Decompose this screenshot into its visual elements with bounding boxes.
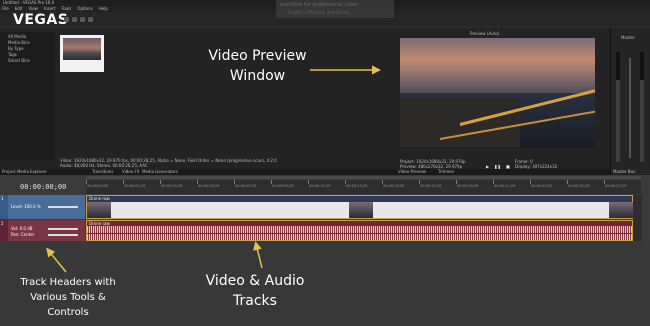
ruler-label: 00:00:15;29 <box>383 184 405 188</box>
ruler-label: 00:00:19;29 <box>457 184 479 188</box>
video-track-number: 1 <box>1 196 4 201</box>
timecode-display: 00:00:00;00 <box>20 183 67 191</box>
video-clip-name: Drone raw <box>89 196 110 201</box>
ruler-label: 00:00:03;29 <box>161 184 183 188</box>
ruler-label: 00:00:00;00 <box>87 184 109 188</box>
annotation-headers-line-3: Controls <box>47 307 89 318</box>
audio-vol-label: Vol: 0.0 dB <box>11 226 33 231</box>
window-title: Untitled - VEGAS Pro 16.0 <box>3 0 55 5</box>
timeline-ruler[interactable]: 00:00:00;00 00:00:01;29 00:00:03;29 00:00:0… <box>86 180 641 194</box>
ruler-label: 00:00:05;29 <box>198 184 220 188</box>
tree-item-by-type[interactable]: By Type <box>8 46 24 51</box>
tree-item-all-media[interactable]: All Media <box>8 34 26 39</box>
tab-video-fx[interactable]: Video FX <box>122 169 140 174</box>
video-track-header[interactable]: 1 Level: 100.0 % <box>0 195 85 219</box>
tooltip-overlay: workflow for professional video highly e… <box>276 0 394 18</box>
ruler-label: 00:00:09;29 <box>272 184 294 188</box>
tab-master-bus[interactable]: Master Bus <box>613 169 635 174</box>
annotation-track-headers: Track Headers with Various Tools & Contr… <box>8 275 128 320</box>
master-fader[interactable] <box>629 58 631 158</box>
annotation-preview-line-1: Video Preview <box>208 48 307 64</box>
annotation-headers-line-1: Track Headers with <box>20 277 116 288</box>
preview-quality-select[interactable]: Preview (Auto) <box>470 31 499 36</box>
ruler-label: 00:00:25;29 <box>568 184 590 188</box>
undo-icon[interactable] <box>88 17 93 22</box>
tab-video-preview[interactable]: Video Preview <box>398 169 426 174</box>
ruler-label: 00:00:23;29 <box>531 184 553 188</box>
media-info-audio: Audio: 48,000 Hz, Stereo, 00:00:28;25, A… <box>60 163 148 168</box>
tab-explorer[interactable]: Explorer <box>30 169 47 174</box>
annotation-tracks: Video & Audio Tracks <box>185 271 325 311</box>
ruler-label: 00:00:13;29 <box>346 184 368 188</box>
annotation-preview: Video Preview Window <box>185 46 330 86</box>
tab-trimmer[interactable]: Trimmer <box>438 169 455 174</box>
audio-event-clip[interactable]: Drone raw <box>86 220 633 241</box>
video-level-label: Level: 100.0 % <box>11 204 41 209</box>
ruler-label: 00:00:07;29 <box>235 184 257 188</box>
annotation-tracks-line-1: Video & Audio <box>205 273 305 289</box>
open-icon[interactable] <box>72 17 77 22</box>
tab-transitions[interactable]: Transitions <box>92 169 113 174</box>
annotation-preview-line-2: Window <box>229 68 286 84</box>
tab-project-media[interactable]: Project Media <box>2 169 29 174</box>
timeline-vertical-scrollbar[interactable] <box>633 195 642 241</box>
timeline-scrollbar[interactable] <box>86 176 641 179</box>
preview-frame <box>400 38 595 147</box>
audio-track-number: 2 <box>1 221 4 226</box>
preview-info-right: Frame: 0 Display: 397x224x32 <box>515 159 557 169</box>
ruler-label: 00:00:11;29 <box>309 184 331 188</box>
ruler-label: 00:00:01;29 <box>124 184 146 188</box>
audio-vol-slider[interactable] <box>48 228 78 230</box>
master-label: Master <box>621 35 635 40</box>
tab-media-generators[interactable]: Media Generators <box>142 169 178 174</box>
audio-pan-slider[interactable] <box>48 234 78 236</box>
video-level-slider[interactable] <box>48 206 78 208</box>
new-project-icon[interactable] <box>64 17 69 22</box>
annotation-tracks-line-2: Tracks <box>233 293 277 309</box>
audio-track-header[interactable]: 2 Vol: 0.0 dB Pan: Center <box>0 220 85 241</box>
tree-item-media-bins[interactable]: Media Bins <box>8 40 30 45</box>
tree-item-smart-bins[interactable]: Smart Bins <box>8 58 30 63</box>
audio-pan-label: Pan: Center <box>11 232 35 237</box>
ruler-label: 00:00:21;29 <box>494 184 516 188</box>
master-meter-right <box>640 52 644 162</box>
media-info: Video: 1920x1080x32, 29.970 fps, 00:00:2… <box>60 158 277 168</box>
video-event-clip[interactable]: Drone raw <box>86 195 633 219</box>
ruler-label: 00:00:17;29 <box>420 184 442 188</box>
tooltip-line-2: highly efficient workflow <box>288 10 350 16</box>
vegas-logo: VEGAS <box>13 12 69 28</box>
media-thumbnail[interactable] <box>60 35 104 72</box>
annotation-headers-line-2: Various Tools & <box>30 292 106 303</box>
save-icon[interactable] <box>80 17 85 22</box>
master-meter-left <box>616 52 620 162</box>
media-tree: All Media Media Bins By Type Tags Smart … <box>0 32 55 160</box>
ruler-label: 00:00:27;29 <box>605 184 627 188</box>
tooltip-line-1: workflow for professional video <box>280 2 358 8</box>
preview-info: Project: 1920x1080x32, 29.970p Preview: … <box>400 159 466 169</box>
tree-item-tags[interactable]: Tags <box>8 52 17 57</box>
